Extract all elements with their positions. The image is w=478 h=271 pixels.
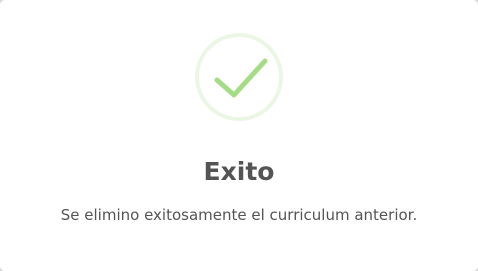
success-dialog: Exito Se elimino exitosamente el curricu… — [0, 0, 478, 271]
dialog-title: Exito — [203, 157, 275, 186]
dialog-message: Se elimino exitosamente el curriculum an… — [60, 206, 418, 224]
success-check-icon — [195, 33, 283, 121]
